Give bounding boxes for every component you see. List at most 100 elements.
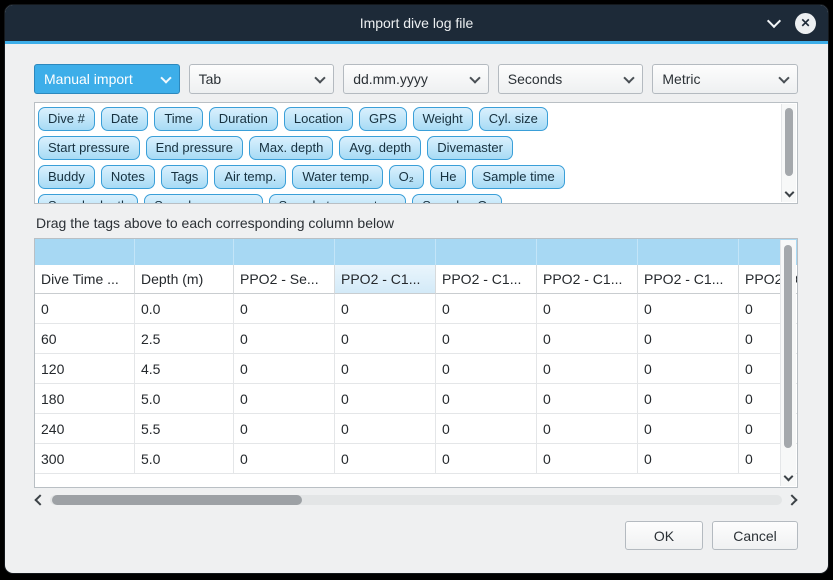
duration-format-select[interactable]: Seconds: [498, 64, 644, 94]
column-drop-target[interactable]: [234, 239, 335, 265]
table-vscrollbar[interactable]: [780, 240, 796, 486]
table-row: 1204.5000000: [35, 354, 798, 384]
tag-row: Sample depth Sample pressure Sample temper…: [38, 194, 777, 204]
tag-pill[interactable]: Sample pressure: [144, 194, 262, 204]
tag-pill[interactable]: Buddy: [38, 165, 95, 189]
table-cell: 0: [436, 324, 537, 354]
table-row: 1805.0000000: [35, 384, 798, 414]
hscroll-track[interactable]: [50, 495, 782, 505]
table-cell: 2.5: [135, 324, 234, 354]
column-drop-target[interactable]: [537, 239, 638, 265]
tag-pill[interactable]: Duration: [209, 107, 278, 131]
table-row: 3005.0000000: [35, 444, 798, 474]
column-header[interactable]: PPO2 - C1...: [537, 265, 638, 294]
table-cell: 0: [436, 354, 537, 384]
column-drop-target[interactable]: [436, 239, 537, 265]
table-cell: 0.0: [135, 294, 234, 324]
table-cell: 0: [537, 354, 638, 384]
table-cell: 240: [35, 414, 135, 444]
column-header[interactable]: Depth (m): [135, 265, 234, 294]
tag-pill[interactable]: O₂: [389, 165, 424, 189]
chevron-down-icon: [469, 72, 480, 83]
table-cell: 0: [234, 444, 335, 474]
tag-pill[interactable]: Air temp.: [214, 165, 286, 189]
tag-pill[interactable]: Date: [101, 107, 148, 131]
instruction-text: Drag the tags above to each correspondin…: [36, 215, 798, 231]
tag-pill[interactable]: Cyl. size: [479, 107, 548, 131]
table-columns-container: Dive Time ...Depth (m)PPO2 - Se...PPO2 -…: [35, 239, 798, 474]
import-type-select[interactable]: Manual import: [34, 64, 180, 94]
table-cell: 0: [335, 384, 436, 414]
column-header[interactable]: PPO2 - C1...: [436, 265, 537, 294]
column-header[interactable]: PPO2 - C1...: [335, 265, 436, 294]
tag-pill[interactable]: Weight: [413, 107, 473, 131]
tag-pill[interactable]: Sample depth: [38, 194, 138, 204]
scroll-right-icon[interactable]: [786, 494, 797, 505]
units-select[interactable]: Metric: [652, 64, 798, 94]
column-drop-target[interactable]: [335, 239, 436, 265]
column-header[interactable]: PPO2 - C1...: [638, 265, 739, 294]
tag-pill[interactable]: Tags: [161, 165, 208, 189]
table-cell: 0: [234, 354, 335, 384]
units-value: Metric: [662, 71, 700, 87]
dialog-content: Manual import Tab dd.mm.yyyy Seconds Met…: [5, 44, 828, 550]
chevron-down-icon: [624, 72, 635, 83]
table-cell: 0: [436, 414, 537, 444]
tag-pill[interactable]: Notes: [101, 165, 155, 189]
table-hscrollbar[interactable]: [34, 493, 798, 507]
column-header[interactable]: Dive Time ...: [35, 265, 135, 294]
tag-pill[interactable]: Water temp.: [292, 165, 382, 189]
scrollbar-handle[interactable]: [784, 245, 792, 448]
table-cell: 120: [35, 354, 135, 384]
titlebar-controls: ✕: [769, 5, 816, 41]
dialog-buttons: OK Cancel: [34, 521, 798, 550]
duration-format-value: Seconds: [508, 71, 562, 87]
tag-pill[interactable]: GPS: [359, 107, 406, 131]
scroll-left-icon[interactable]: [34, 494, 45, 505]
cancel-button[interactable]: Cancel: [712, 521, 798, 550]
ok-button[interactable]: OK: [625, 521, 703, 550]
tag-pill[interactable]: Time: [154, 107, 202, 131]
scrollbar-handle[interactable]: [785, 108, 793, 176]
table-cell: 5.5: [135, 414, 234, 444]
tag-pill[interactable]: He: [430, 165, 467, 189]
tag-pill[interactable]: End pressure: [146, 136, 243, 160]
scroll-down-icon[interactable]: [784, 472, 794, 482]
table-cell: 0: [335, 354, 436, 384]
date-format-value: dd.mm.yyyy: [353, 71, 428, 87]
import-type-value: Manual import: [44, 71, 133, 87]
table-cell: 0: [335, 414, 436, 444]
hscroll-handle[interactable]: [52, 495, 302, 505]
tag-row: BuddyNotesTagsAir temp.Water temp. O₂HeSa…: [38, 165, 777, 189]
table-cell: 0: [638, 444, 739, 474]
tag-pill[interactable]: Sample time: [472, 165, 564, 189]
titlebar[interactable]: Import dive log file ✕: [5, 5, 828, 41]
window-menu-chevron-icon[interactable]: [767, 14, 781, 28]
table-cell: 5.0: [135, 444, 234, 474]
table-header-row: Dive Time ...Depth (m)PPO2 - Se...PPO2 -…: [35, 265, 798, 294]
date-format-select[interactable]: dd.mm.yyyy: [343, 64, 489, 94]
table-body: 00.0000000602.50000001204.50000001805.00…: [35, 294, 798, 474]
table-cell: 0: [335, 324, 436, 354]
tag-pill[interactable]: Dive #: [38, 107, 95, 131]
chevron-down-icon: [778, 72, 789, 83]
column-drop-target[interactable]: [35, 239, 135, 265]
tag-pill[interactable]: Avg. depth: [339, 136, 421, 160]
tag-pill[interactable]: Sample temperature: [269, 194, 407, 204]
table-cell: 0: [638, 384, 739, 414]
scroll-down-icon[interactable]: [785, 188, 795, 198]
column-drop-target[interactable]: [135, 239, 234, 265]
tag-pill[interactable]: Location: [284, 107, 353, 131]
tag-pill[interactable]: Divemaster: [427, 136, 513, 160]
column-header[interactable]: PPO2 - Se...: [234, 265, 335, 294]
tag-area-scrollbar[interactable]: [781, 104, 796, 202]
chevron-down-icon: [160, 72, 171, 83]
tag-pill[interactable]: Start pressure: [38, 136, 140, 160]
column-drop-target[interactable]: [638, 239, 739, 265]
tag-pill[interactable]: Sample pO₂: [412, 194, 502, 204]
table-cell: 300: [35, 444, 135, 474]
field-separator-select[interactable]: Tab: [189, 64, 335, 94]
close-button[interactable]: ✕: [795, 13, 816, 34]
tag-pill[interactable]: Max. depth: [249, 136, 333, 160]
table-cell: 0: [537, 414, 638, 444]
